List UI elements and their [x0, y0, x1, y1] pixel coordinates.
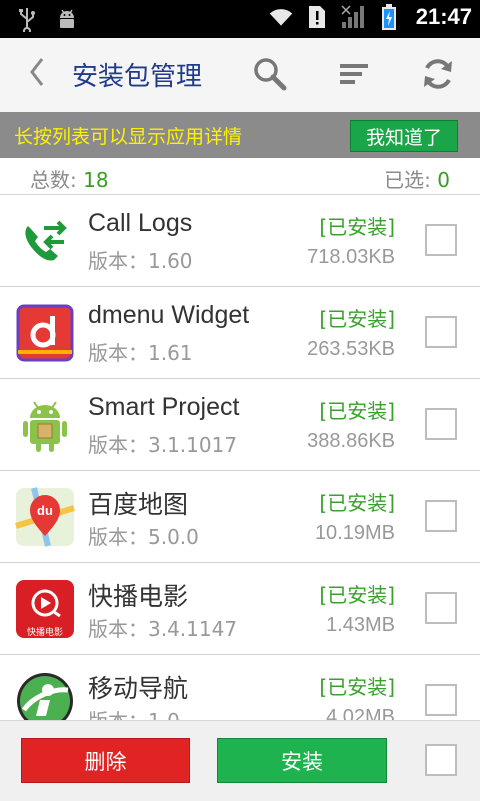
list-item[interactable]: Smart Project 版本：3.1.1017 [已安装] 388.86KB [0, 379, 480, 471]
wifi-icon [268, 4, 294, 30]
bottom-action-bar: 删除 安装 [0, 720, 480, 801]
status-bar: 21:47 [0, 0, 480, 38]
install-status: [已安装] [319, 675, 395, 699]
status-clock: 21:47 [415, 4, 472, 29]
app-name: Smart Project [88, 393, 240, 421]
app-name: Call Logs [88, 209, 193, 237]
file-size: 1.43MB [326, 614, 395, 636]
item-checkbox[interactable] [425, 500, 457, 532]
refresh-icon [419, 55, 457, 97]
app-version: 版本：1.0 [88, 705, 180, 720]
app-version: 版本：1.60 [88, 249, 193, 273]
file-size: 263.53KB [307, 338, 395, 360]
title-bar: 安装包管理 [0, 38, 480, 113]
item-checkbox[interactable] [425, 224, 457, 256]
item-checkbox[interactable] [425, 316, 457, 348]
file-size: 4.02MB [326, 706, 395, 720]
app-version: 版本：1.61 [88, 341, 193, 365]
kuaibo-icon-label: 快播电影 [26, 628, 63, 638]
list-item[interactable]: 移动导航 版本：1.0 [已安装] 4.02MB [0, 655, 480, 720]
count-bar: 总数: 18 已选: 0 [0, 158, 480, 195]
android-debug-icon [54, 6, 80, 32]
page-title: 安装包管理 [72, 62, 203, 92]
android-icon [14, 394, 76, 456]
install-button[interactable]: 安装 [217, 738, 387, 783]
app-version: 版本：5.0.0 [88, 525, 199, 549]
app-name: 移动导航 [88, 675, 189, 703]
install-status: [已安装] [319, 307, 395, 331]
total-count: 总数: 18 [30, 168, 109, 192]
install-status: [已安装] [319, 399, 395, 423]
install-status: [已安装] [319, 491, 395, 515]
battery-charging-icon [376, 4, 402, 30]
call-logs-icon [14, 210, 76, 272]
app-name: dmenu Widget [88, 301, 250, 329]
dmenu-icon [14, 302, 76, 364]
list-item[interactable]: 快播电影 版本：3.4.1147 [已安装] 1.43MB 快播电影 [0, 563, 480, 655]
tip-bar: 长按列表可以显示应用详情 我知道了 [0, 112, 480, 158]
usb-icon [14, 6, 40, 32]
search-button[interactable] [248, 54, 292, 98]
back-button[interactable] [22, 54, 50, 94]
file-size: 388.86KB [307, 430, 395, 452]
app-version: 版本：3.4.1147 [88, 617, 238, 641]
item-checkbox[interactable] [425, 408, 457, 440]
item-checkbox[interactable] [425, 592, 457, 624]
search-icon [251, 55, 289, 97]
install-status: [已安装] [319, 215, 395, 239]
selected-count: 已选: 0 [384, 168, 450, 192]
sim-alert-icon [304, 4, 330, 30]
refresh-button[interactable] [416, 54, 460, 98]
delete-button[interactable]: 删除 [21, 738, 190, 783]
item-checkbox[interactable] [425, 684, 457, 716]
baidu-map-icon: du [14, 486, 76, 548]
tip-text: 长按列表可以显示应用详情 [14, 126, 243, 148]
signal-icon [340, 4, 366, 30]
app-name: 快播电影 [88, 583, 189, 611]
list-item[interactable]: Call Logs 版本：1.60 [已安装] 718.03KB [0, 195, 480, 287]
back-chevron-icon [26, 55, 46, 93]
svg-text:du: du [37, 503, 53, 518]
app-version: 版本：3.1.1017 [88, 433, 238, 457]
app-name: 百度地图 [88, 491, 189, 519]
list-item[interactable]: du 百度地图 版本：5.0.0 [已安装] 10.19MB [0, 471, 480, 563]
apk-list[interactable]: Call Logs 版本：1.60 [已安装] 718.03KB dmenu W… [0, 195, 480, 720]
list-item[interactable]: dmenu Widget 版本：1.61 [已安装] 263.53KB [0, 287, 480, 379]
sort-button[interactable] [332, 54, 376, 98]
sort-icon [337, 59, 371, 93]
file-size: 718.03KB [307, 246, 395, 268]
select-all-checkbox[interactable] [425, 744, 457, 776]
file-size: 10.19MB [314, 522, 395, 544]
mobile-nav-icon [14, 670, 76, 720]
install-status: [已安装] [319, 583, 395, 607]
got-it-button[interactable]: 我知道了 [350, 120, 458, 152]
